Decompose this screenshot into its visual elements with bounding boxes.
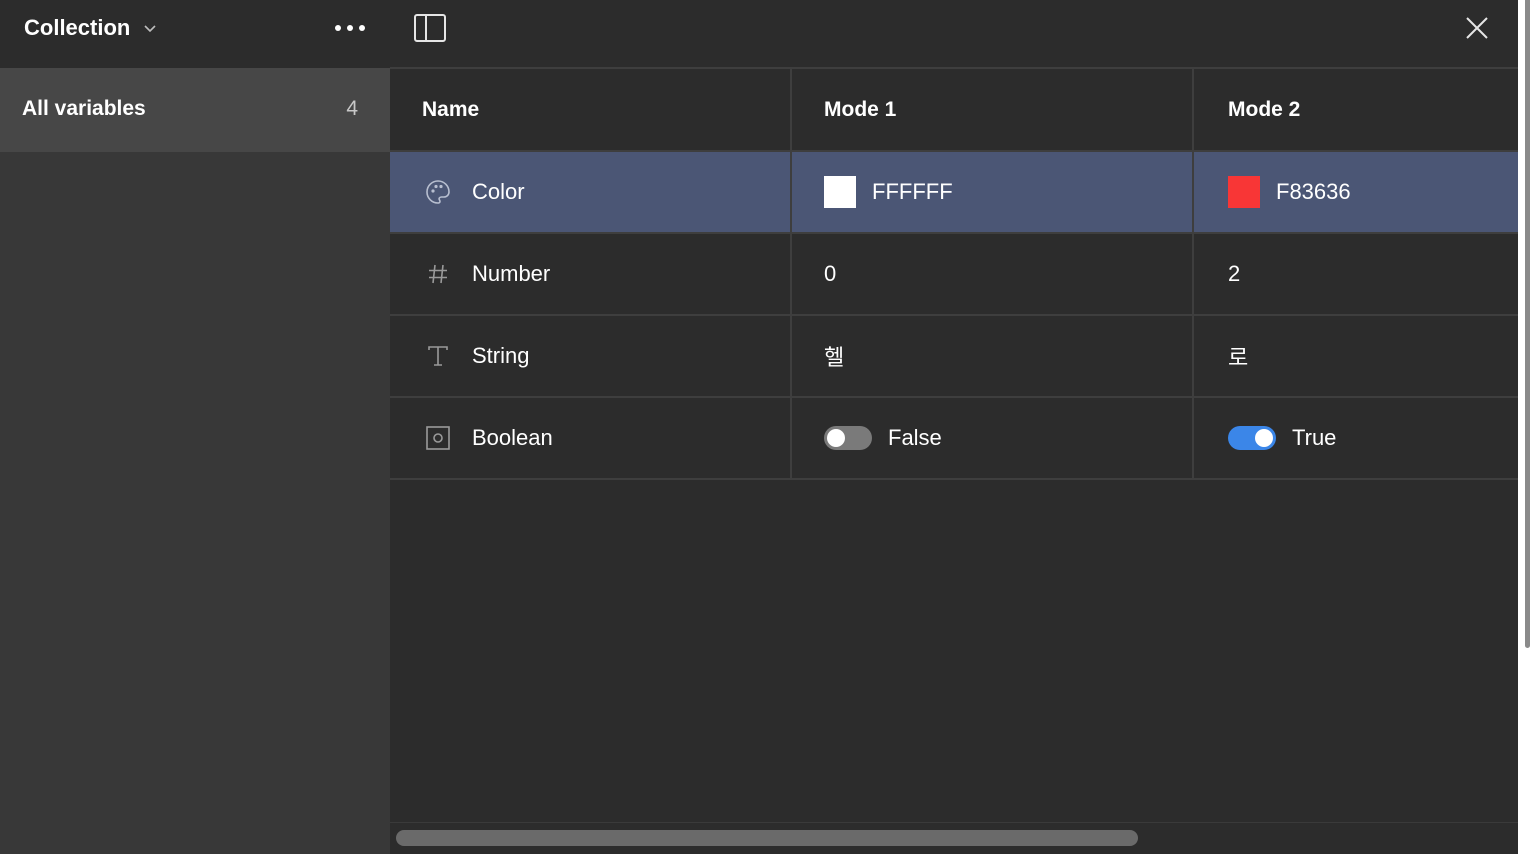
palette-icon: [424, 178, 452, 206]
chevron-down-icon[interactable]: [142, 20, 158, 36]
variable-name-cell[interactable]: Number: [390, 234, 792, 314]
horizontal-scrollbar[interactable]: [390, 822, 1518, 854]
toggle-knob: [827, 429, 845, 447]
toggle-knob: [1255, 429, 1273, 447]
mode-1-value-cell[interactable]: FFFFFF: [792, 152, 1194, 232]
color-hex-value: F83636: [1276, 179, 1351, 204]
table-row-string[interactable]: String 헬 로: [390, 316, 1518, 398]
sidebar-toggle-icon[interactable]: [413, 13, 447, 43]
boolean-value: False: [888, 425, 942, 450]
sidebar: Collection All variables 4: [0, 0, 390, 854]
more-horizontal-icon: [335, 25, 341, 31]
sidebar-item-count: 4: [346, 97, 358, 120]
color-swatch[interactable]: [1228, 176, 1260, 208]
number-value: 2: [1228, 261, 1241, 286]
table-row-boolean[interactable]: Boolean False True: [390, 398, 1518, 480]
mode-1-value-cell[interactable]: 0: [792, 234, 1194, 314]
more-options-button[interactable]: [330, 18, 370, 38]
mode-2-value-cell[interactable]: F83636: [1194, 152, 1518, 232]
text-type-icon: [424, 342, 452, 370]
string-value: 헬: [824, 345, 845, 370]
mode-2-value-cell[interactable]: 2: [1194, 234, 1518, 314]
sidebar-header: Collection: [0, 0, 390, 68]
sidebar-item-all-variables[interactable]: All variables 4: [0, 68, 390, 152]
close-icon[interactable]: [1463, 14, 1491, 42]
boolean-toggle[interactable]: [1228, 426, 1276, 450]
variable-name: Boolean: [472, 425, 553, 450]
color-hex-value: FFFFFF: [872, 179, 953, 204]
variable-name-cell[interactable]: String: [390, 316, 792, 396]
sidebar-item-label: All variables: [22, 97, 146, 120]
variable-name: String: [472, 343, 530, 368]
boolean-value: True: [1292, 425, 1337, 450]
table-row-color[interactable]: Color FFFFFF F83636: [390, 152, 1518, 234]
mode-1-value-cell[interactable]: False: [792, 398, 1194, 478]
color-swatch[interactable]: [824, 176, 856, 208]
variables-panel: Name Mode 1 Mode 2 Color FFFFFF F83636 N…: [390, 0, 1518, 854]
column-header-mode-1[interactable]: Mode 1: [792, 69, 1194, 150]
boolean-icon: [424, 424, 452, 452]
string-value: 로: [1228, 345, 1249, 370]
column-header-mode-2[interactable]: Mode 2: [1194, 69, 1518, 150]
variable-name: Number: [472, 261, 551, 286]
mode-2-value-cell[interactable]: True: [1194, 398, 1518, 478]
column-header-name[interactable]: Name: [390, 69, 792, 150]
collection-title[interactable]: Collection: [24, 15, 130, 41]
toolbar: [390, 0, 1518, 69]
scrollbar-thumb[interactable]: [396, 830, 1138, 846]
mode-2-value-cell[interactable]: 로: [1194, 316, 1518, 396]
window-edge: [1518, 0, 1530, 854]
variables-table: Name Mode 1 Mode 2 Color FFFFFF F83636 N…: [390, 69, 1518, 480]
boolean-toggle[interactable]: [824, 426, 872, 450]
variable-name: Color: [472, 179, 525, 204]
number-value: 0: [824, 261, 837, 286]
mode-1-value-cell[interactable]: 헬: [792, 316, 1194, 396]
hash-icon: [424, 260, 452, 288]
variable-name-cell[interactable]: Color: [390, 152, 792, 232]
vertical-scrollbar[interactable]: [1525, 0, 1530, 648]
table-header-row: Name Mode 1 Mode 2: [390, 69, 1518, 152]
variable-name-cell[interactable]: Boolean: [390, 398, 792, 478]
table-row-number[interactable]: Number 0 2: [390, 234, 1518, 316]
